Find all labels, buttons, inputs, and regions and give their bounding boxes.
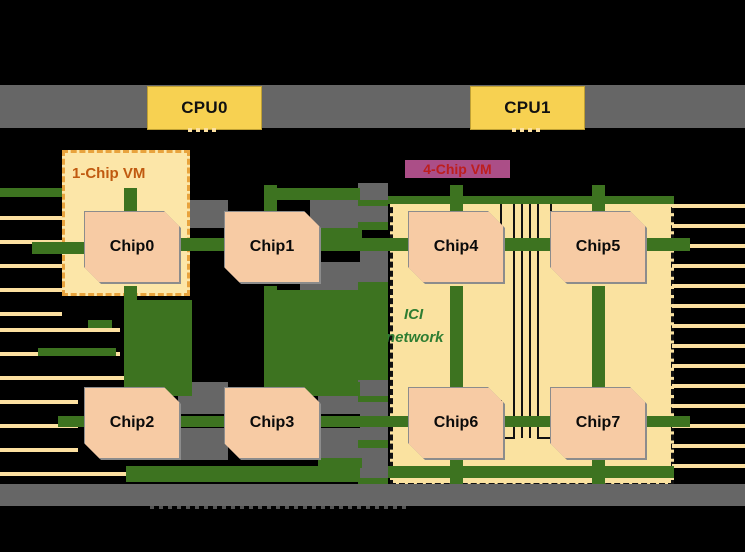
center-gray-block-7	[360, 378, 388, 396]
link-top-bus-right	[388, 196, 674, 204]
vm-4chip-label: 4-Chip VM	[405, 160, 510, 178]
edge-stripe-r5	[672, 284, 745, 288]
wire-chip5-chip7-a	[529, 198, 531, 438]
link-chip1-top-bridge	[276, 188, 360, 200]
chip4-label: Chip4	[433, 238, 479, 255]
cpu0-box[interactable]: CPU0	[147, 86, 262, 130]
edge-stripe-l2	[0, 216, 62, 220]
chip4-node[interactable]: Chip4	[408, 211, 504, 283]
link-chip7-east	[640, 416, 690, 427]
ici-mesh-block-right	[268, 290, 358, 390]
link-chip3-gray-bridge	[318, 458, 362, 468]
edge-stripe-r2	[672, 224, 745, 228]
edge-stripe-l5	[0, 288, 62, 292]
link-chip5-chip7	[592, 286, 605, 390]
chip1-label: Chip1	[249, 238, 295, 255]
edge-stripe-l10	[0, 400, 78, 404]
chip0-node[interactable]: Chip0	[84, 211, 180, 283]
left-green-stub-b	[88, 320, 112, 328]
chip3-right-gray-2	[318, 428, 362, 458]
center-gray-block-9	[360, 448, 388, 478]
wire-chip4-chip6-b	[521, 198, 523, 438]
chip1-node[interactable]: Chip1	[224, 211, 320, 283]
edge-stripe-r1	[672, 204, 745, 208]
chip7-label: Chip7	[575, 414, 621, 431]
host-bar-bottom	[0, 484, 745, 506]
chip0-label: Chip0	[109, 238, 155, 255]
ici-network-label-line2: network	[386, 329, 444, 346]
link-center-bridge-4	[358, 316, 388, 322]
link-center-bridge-8	[358, 440, 388, 448]
cpu1-box[interactable]: CPU1	[470, 86, 585, 130]
edge-stripe-r4	[672, 264, 745, 268]
cpu0-downlink-dots	[188, 128, 218, 132]
link-center-bridge-7	[358, 396, 388, 402]
edge-stripe-r11	[672, 404, 745, 408]
link-chip5-east	[640, 238, 690, 251]
left-green-stub-c	[38, 348, 116, 356]
chip2-right-gray-2	[178, 428, 228, 460]
center-gray-block-2	[360, 205, 388, 222]
edge-stripe-l4	[0, 264, 62, 268]
center-gray-block-1	[358, 183, 388, 200]
link-chip0-chip2	[124, 286, 137, 390]
edge-stripe-l13	[0, 472, 126, 476]
edge-stripe-r7	[672, 324, 745, 328]
chip3-node[interactable]: Chip3	[224, 387, 320, 459]
edge-stripe-r13	[672, 444, 745, 448]
ici-network-label-line1: ICI	[404, 306, 424, 323]
link-chip1-chip3	[264, 286, 277, 390]
link-bottom-bus-right	[388, 466, 674, 478]
chip2-node[interactable]: Chip2	[84, 387, 180, 459]
edge-stripe-l9	[0, 376, 126, 380]
link-chip3-chip6	[318, 416, 420, 427]
link-center-bridge-3	[358, 286, 388, 296]
edge-stripe-r10	[672, 384, 745, 388]
chip6-node[interactable]: Chip6	[408, 387, 504, 459]
link-chip4-chip6	[450, 286, 463, 390]
wire-chip4-chip6-a	[513, 198, 515, 438]
edge-stripe-r9	[672, 364, 745, 368]
wire-chip5-chip7-b	[537, 198, 539, 438]
chip2-label: Chip2	[109, 414, 155, 431]
chip7-node[interactable]: Chip7	[550, 387, 646, 459]
edge-stripe-r8	[672, 344, 745, 348]
chip0-right-gray	[188, 200, 228, 228]
chip6-label: Chip6	[433, 414, 479, 431]
link-center-bridge-6	[358, 374, 388, 380]
cpu1-label: CPU1	[504, 98, 551, 117]
chip3-label: Chip3	[249, 414, 295, 431]
diagram-canvas: CPU0 CPU1 1-Chip VM 4-Chip VM ICI networ…	[0, 0, 745, 552]
edge-stripe-l12	[0, 448, 78, 452]
edge-stripe-r6	[672, 304, 745, 308]
cpu1-downlink-dots	[512, 128, 542, 132]
edge-stripe-l6	[0, 312, 62, 316]
edge-stripe-r14	[672, 464, 745, 468]
link-bottom-bus-left	[126, 466, 360, 482]
chip5-node[interactable]: Chip5	[550, 211, 646, 283]
host-bar-top	[0, 85, 745, 128]
link-center-bridge-2	[358, 222, 388, 230]
link-west-chip0	[32, 242, 90, 254]
chip5-label: Chip5	[575, 238, 621, 255]
cpu0-label: CPU0	[181, 98, 228, 117]
vm-1chip-label: 1-Chip VM	[72, 165, 146, 182]
link-center-bridge-5	[358, 336, 388, 344]
edge-stripe-l7	[0, 328, 120, 332]
link-center-bridge-1	[358, 200, 388, 206]
host-bar-bottom-dots	[150, 506, 410, 509]
